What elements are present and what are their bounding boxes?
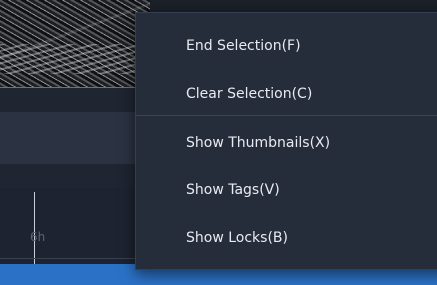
menu-item-show-tags[interactable]: Show Tags(V) — [136, 170, 437, 210]
menu-item-label: Clear Selection(C) — [186, 86, 313, 102]
ruler-label: 6h — [30, 230, 46, 244]
context-menu: End Selection(F) Clear Selection(C) Show… — [135, 12, 437, 270]
menu-item-label: End Selection(F) — [186, 38, 301, 54]
menu-item-label: Show Thumbnails(X) — [186, 135, 331, 151]
menu-item-show-thumbnails[interactable]: Show Thumbnails(X) — [136, 123, 437, 163]
preview-thumbnail — [0, 0, 150, 88]
menu-item-end-selection[interactable]: End Selection(F) — [136, 26, 437, 66]
playhead[interactable] — [34, 192, 35, 264]
menu-item-label: Show Tags(V) — [186, 182, 280, 198]
menu-separator — [136, 115, 437, 116]
preview-selection-edge — [0, 87, 140, 88]
menu-item-show-locks[interactable]: Show Locks(B) — [136, 218, 437, 258]
menu-item-label: Show Locks(B) — [186, 230, 288, 246]
menu-item-clear-selection[interactable]: Clear Selection(C) — [136, 74, 437, 114]
